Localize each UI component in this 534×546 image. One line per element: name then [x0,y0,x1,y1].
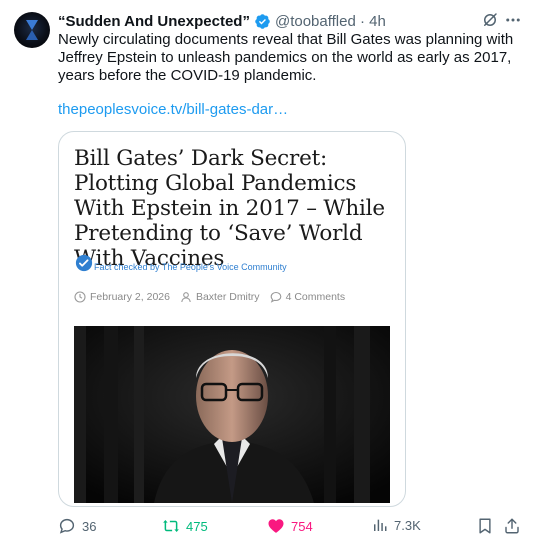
like-button[interactable]: 754 [267,517,313,535]
article-headline: Bill Gates’ Dark Secret: Plotting Global… [74,146,385,271]
share-icon [505,518,519,534]
reply-count: 36 [82,518,97,534]
heart-icon [268,519,284,533]
avatar-hourglass-bottom [26,30,38,40]
bookmark-button[interactable] [476,517,494,535]
like-count: 754 [291,518,313,534]
comment-icon [270,291,281,303]
repost-button[interactable]: 475 [162,517,208,535]
share-button[interactable] [503,517,521,535]
views-button[interactable]: 7.3K [372,517,421,533]
fact-check-row: Fact checked by The People's Voice Commu… [75,254,287,272]
tweet-header: “Sudden And Unexpected” @toobaffled · 4h [58,11,386,31]
bookmark-icon [479,518,491,534]
grok-icon[interactable] [481,11,499,29]
article-date: February 2, 2026 [90,291,170,303]
article-meta: February 2, 2026 Baxter Dmitry 4 Comment… [74,291,345,303]
verified-badge-icon [255,13,270,29]
article-link[interactable]: thepeoplesvoice.tv/bill-gates-dar… [58,101,288,118]
reply-button[interactable]: 36 [58,517,96,535]
repost-count: 475 [186,518,208,534]
user-icon [181,292,191,303]
tweet-text: Newly circulating documents reveal that … [58,31,514,84]
fact-check-icon [75,254,93,272]
avatar-hourglass-top [26,20,38,30]
article-photo [74,326,390,503]
reply-icon [59,518,75,534]
views-count: 7.3K [394,517,421,533]
avatar[interactable] [14,12,50,48]
views-icon [374,519,387,531]
link-card[interactable]: Bill Gates’ Dark Secret: Plotting Global… [58,131,406,507]
clock-icon [74,291,86,303]
action-bar: 36 475 754 7.3K [0,513,534,539]
article-comments: 4 Comments [285,291,346,303]
article-author: Baxter Dmitry [195,291,260,303]
fact-check-text: Fact checked by The People's Voice Commu… [94,262,287,272]
repost-icon [163,520,179,532]
handle-and-time[interactable]: @toobaffled · 4h [275,13,386,30]
more-icon[interactable] [503,11,523,29]
display-name[interactable]: “Sudden And Unexpected” [58,13,250,30]
